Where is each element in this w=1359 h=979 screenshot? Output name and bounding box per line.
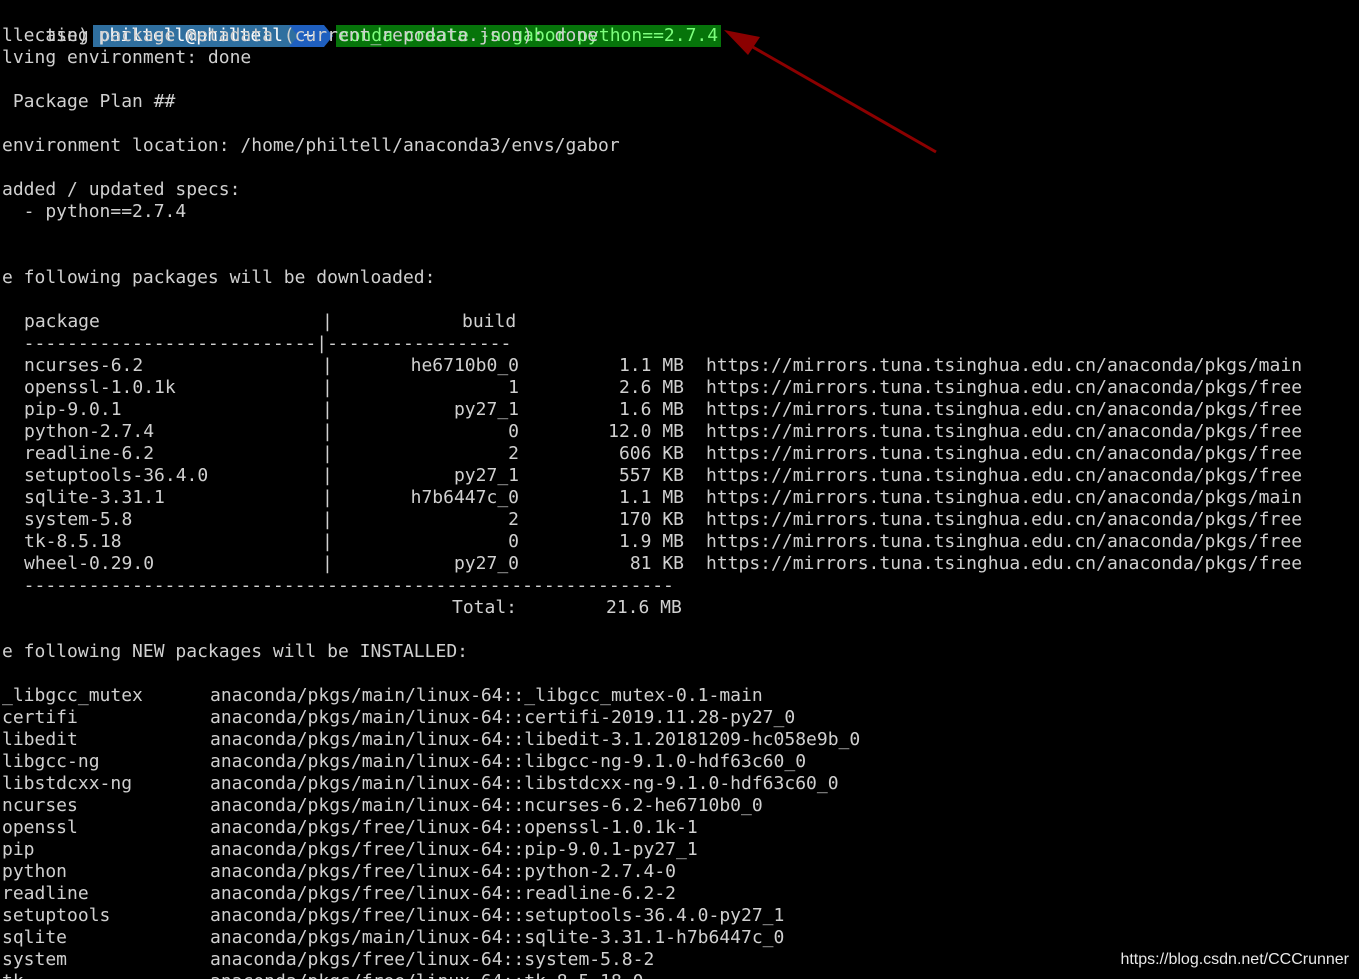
- terminal-window[interactable]: ase) philtell@philtell ~ conda create -n ga…: [0, 0, 1359, 979]
- annotation-arrow-head: [724, 30, 760, 55]
- annotation-arrow-shaft: [743, 40, 937, 154]
- annotation-arrow-icon: [724, 30, 937, 154]
- watermark: https://blog.csdn.net/CCCrunner: [1120, 951, 1349, 968]
